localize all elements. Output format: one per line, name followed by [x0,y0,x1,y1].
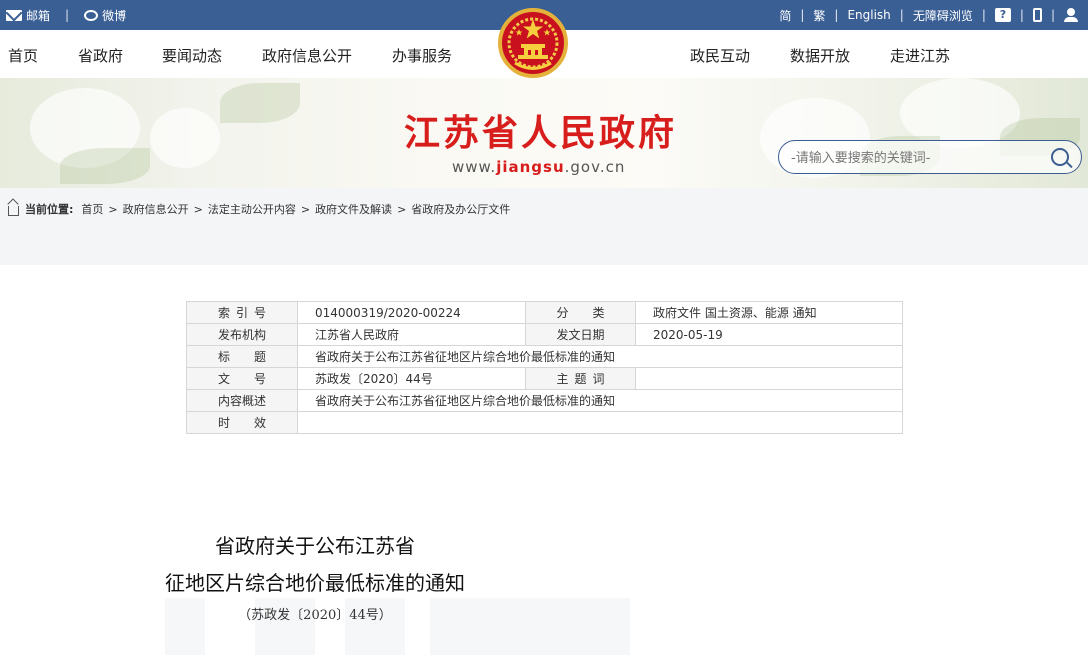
document-metadata-table: 索引号 014000319/2020-00224 分 类 政府文件 国土资源、能… [186,301,903,434]
breadcrumb-separator: > [108,202,118,216]
nav-item-home[interactable]: 首页 [8,45,38,66]
mobile-phone-icon [1032,8,1042,22]
nav-item-services[interactable]: 办事服务 [392,45,452,66]
site-url: www.jiangsu.gov.cn [452,158,625,176]
breadcrumb-bar: 当前位置: 首页 > 政府信息公开 > 法定主动公开内容 > 政府文件及解读 >… [0,188,1088,228]
accessibility-icon: ? [994,8,1011,22]
table-row: 发布机构 江苏省人民政府 发文日期 2020-05-19 [186,323,903,346]
url-prefix: www. [452,158,497,176]
keywords-value [635,367,903,390]
search-box [778,140,1082,174]
nav-item-news[interactable]: 要闻动态 [162,45,222,66]
mail-label: 邮箱 [26,8,51,23]
document-number-label: 文号 [186,367,298,390]
nav-item-open-data[interactable]: 数据开放 [790,45,850,66]
mail-link[interactable]: 邮箱 [6,7,50,24]
category-label: 分 类 [525,301,636,324]
topbar-left: 邮箱 | 微博 [6,0,126,30]
user-icon [1064,8,1078,22]
breadcrumb-item-gov-documents[interactable]: 政府文件及解读 [315,201,392,217]
weibo-icon [84,9,99,21]
breadcrumb-separator: > [193,202,203,216]
summary-label: 内容概述 [186,389,298,412]
index-number-value: 014000319/2020-00224 [297,301,526,324]
nav-item-provincial-government[interactable]: 省政府 [78,45,123,66]
title-value: 省政府关于公布江苏省征地区片综合地价最低标准的通知 [297,345,903,368]
accessible-browsing-link[interactable]: 无障碍浏览 [913,7,973,24]
publisher-value: 江苏省人民政府 [297,323,526,346]
breadcrumb-item-office-documents[interactable]: 省政府及办公厅文件 [411,201,510,217]
breadcrumb-item-info-disclosure[interactable]: 政府信息公开 [123,201,189,217]
simplified-chinese-link[interactable]: 简 [779,7,791,24]
divider: | [981,8,986,22]
site-banner: 江苏省人民政府 www.jiangsu.gov.cn [0,78,1088,188]
url-suffix: .gov.cn [564,158,626,176]
banner-leaf-decoration [60,148,150,184]
divider: | [800,8,805,22]
content-background [0,228,1088,265]
mobile-link[interactable] [1032,8,1042,22]
divider: | [834,8,839,22]
document-number-value: 苏政发〔2020〕44号 [297,367,526,390]
table-row: 文号 苏政发〔2020〕44号 主题词 [186,367,903,390]
divider: | [1019,8,1024,22]
home-icon [8,206,19,216]
nav-item-interaction[interactable]: 政民互动 [690,45,750,66]
keywords-label: 主题词 [525,367,636,390]
weibo-label: 微博 [102,8,127,23]
document-number: （苏政发〔2020〕44号） [238,608,392,623]
breadcrumb-label: 当前位置: [25,203,74,216]
table-row: 内容概述 省政府关于公布江苏省征地区片综合地价最低标准的通知 [186,389,903,412]
divider: | [65,8,70,22]
english-link[interactable]: English [847,8,890,22]
validity-label: 时效 [186,411,298,434]
breadcrumb: 当前位置: 首页 > 政府信息公开 > 法定主动公开内容 > 政府文件及解读 >… [8,201,510,217]
category-value: 政府文件 国土资源、能源 通知 [635,301,903,324]
divider: | [899,8,904,22]
site-title: 江苏省人民政府 [404,113,678,154]
weibo-link[interactable]: 微博 [84,7,126,24]
issue-date-value: 2020-05-19 [635,323,903,346]
publisher-label: 发布机构 [186,323,298,346]
table-row: 索引号 014000319/2020-00224 分 类 政府文件 国土资源、能… [186,301,903,324]
traditional-chinese-link[interactable]: 繁 [813,7,825,24]
mail-icon [6,9,22,21]
breadcrumb-separator: > [397,202,407,216]
table-row: 时效 [186,411,903,434]
validity-value [297,411,903,434]
issue-date-label: 发文日期 [525,323,636,346]
document-title-line-1: 省政府关于公布江苏省 [215,534,415,558]
title-label: 标题 [186,345,298,368]
index-number-label: 索引号 [186,301,298,324]
breadcrumb-item-home[interactable]: 首页 [81,201,103,217]
banner-leaf-decoration [220,83,300,123]
search-icon[interactable] [1051,148,1069,166]
breadcrumb-item-statutory-content[interactable]: 法定主动公开内容 [208,201,296,217]
topbar-right: 简 | 繁 | English | 无障碍浏览 | ? | | [779,0,1078,30]
search-input[interactable] [791,148,1041,168]
url-domain: jiangsu [496,158,565,176]
table-row: 标题 省政府关于公布江苏省征地区片综合地价最低标准的通知 [186,345,903,368]
divider: | [1050,8,1055,22]
nav-item-info-disclosure[interactable]: 政府信息公开 [262,45,352,66]
breadcrumb-separator: > [300,202,311,216]
banner-flower-decoration [150,108,220,168]
nav-item-about-jiangsu[interactable]: 走进江苏 [890,45,950,66]
document-title-line-2: 征地区片综合地价最低标准的通知 [165,571,465,595]
national-emblem-icon [498,8,568,78]
user-link[interactable] [1064,8,1078,22]
accessibility-tool-link[interactable]: ? [994,8,1011,22]
summary-value: 省政府关于公布江苏省征地区片综合地价最低标准的通知 [297,389,903,412]
